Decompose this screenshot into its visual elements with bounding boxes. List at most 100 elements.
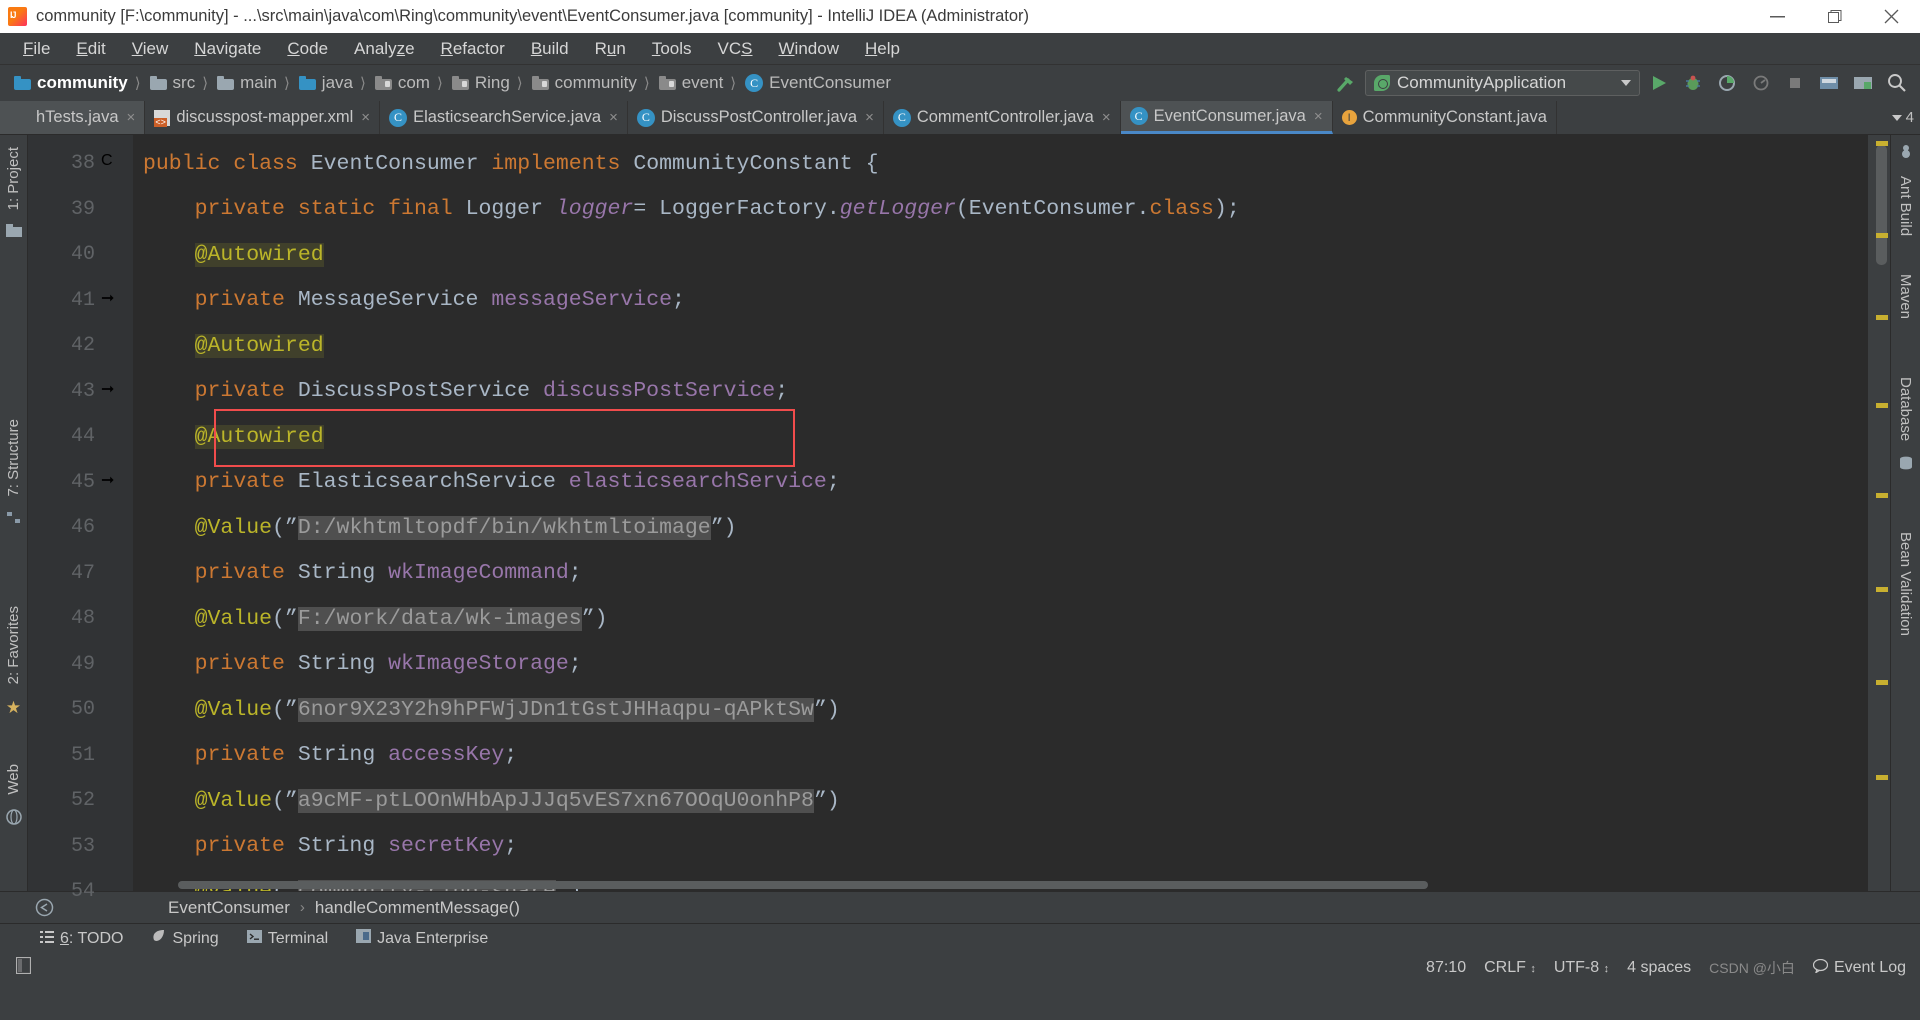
editor-tab-eventconsumer[interactable]: C EventConsumer.java × [1120,101,1333,134]
favorites-star-icon[interactable]: ★ [6,698,21,718]
indent-setting[interactable]: 4 spaces [1627,959,1691,977]
structure-icon[interactable] [6,511,22,530]
sidebar-item-web[interactable]: Web [5,764,22,795]
breadcrumb-item-java[interactable]: java [295,73,355,93]
breadcrumb-class[interactable]: EventConsumer [168,898,290,918]
breadcrumb-item-event[interactable]: event [655,73,726,93]
run-configuration-selector[interactable]: CommunityApplication [1365,70,1640,96]
code-line[interactable]: private ElasticsearchService elasticsear… [133,460,1868,506]
editor-tab-commentcontroller[interactable]: C CommentController.java × [883,101,1121,134]
code-line[interactable]: private String accessKey; [133,733,1868,779]
vertical-scrollbar-thumb[interactable] [1876,145,1887,265]
sidebar-item-maven[interactable]: Maven [1897,274,1914,319]
menu-view[interactable]: View [119,37,182,61]
sidebar-item-structure[interactable]: 7: Structure [5,419,22,497]
profiler-icon[interactable] [1746,68,1776,98]
editor-tab-discusspost-mapper-xml[interactable]: discusspost-mapper.xml × [145,101,381,134]
toolwindow-todo[interactable]: 6: TODO [40,930,123,948]
editor-tabs-overflow[interactable]: 4 [1886,101,1920,134]
menu-file[interactable]: File [10,37,63,61]
breadcrumb-item-ring[interactable]: Ring [448,73,512,93]
web-icon[interactable] [5,809,22,830]
editor-tab-communityconstant[interactable]: I CommunityConstant.java [1332,101,1557,134]
settings-gear-icon[interactable] [1848,68,1878,98]
toolwindow-java-enterprise[interactable]: Java Enterprise [356,929,488,948]
close-icon[interactable]: × [609,109,618,126]
code-line[interactable]: private String secretKey; [133,824,1868,870]
code-editor[interactable]: 38 C 39 40 41 ➞ 42 43 ➞ 44 45 ➞ 46 47 48… [28,135,1890,903]
breadcrumb-method[interactable]: handleCommentMessage() [315,898,520,918]
code-line[interactable]: private String wkImageCommand; [133,551,1868,597]
maximize-restore-icon[interactable] [1806,0,1863,33]
chevron-down-icon[interactable] [1621,80,1631,86]
sidebar-item-project[interactable]: 1: Project [5,147,22,210]
menu-build[interactable]: Build [518,37,582,61]
editor-code-lines[interactable]: public class EventConsumer implements Co… [133,135,1868,891]
breadcrumb-item-src[interactable]: src [146,73,198,93]
build-hammer-icon[interactable] [1331,68,1361,98]
debug-bug-icon[interactable] [1678,68,1708,98]
editor-tab-discusspostcontroller[interactable]: C DiscussPostController.java × [627,101,884,134]
menu-navigate[interactable]: Navigate [181,37,274,61]
breadcrumb-item-community[interactable]: community [10,73,130,93]
menu-code[interactable]: Code [274,37,341,61]
code-line[interactable]: @Autowired [133,414,1868,460]
toolwindow-spring[interactable]: Spring [151,929,219,948]
close-icon[interactable]: × [1314,108,1323,125]
run-coverage-icon[interactable] [1712,68,1742,98]
close-icon[interactable]: × [1102,109,1111,126]
breadcrumb-item-community-pkg[interactable]: community [528,73,639,93]
stop-icon[interactable] [1780,68,1810,98]
database-icon[interactable] [1898,455,1914,476]
code-line[interactable]: @Autowired [133,323,1868,369]
project-folder-icon[interactable] [5,224,22,243]
code-line[interactable]: public class EventConsumer implements Co… [133,141,1868,187]
breadcrumb-item-eventconsumer[interactable]: C EventConsumer [741,73,893,93]
menu-analyze[interactable]: Analyze [341,37,428,61]
toolwindow-terminal[interactable]: Terminal [246,929,328,948]
ant-icon[interactable] [1898,143,1914,164]
code-line[interactable]: private DiscussPostService discussPostSe… [133,369,1868,415]
editor-scrollbar-markers[interactable] [1868,135,1890,891]
code-line[interactable]: @Value (” F:/work/data/wk-images”) [133,596,1868,642]
breadcrumb-item-main[interactable]: main [213,73,279,93]
update-running-application-icon[interactable] [1814,68,1844,98]
code-line[interactable]: @Value (” a9cMF-ptLOOnWHbApJJJq5vES7xn67OO… [133,778,1868,824]
file-encoding[interactable]: UTF-8 ↕ [1554,959,1609,977]
menu-refactor[interactable]: Refactor [428,37,518,61]
editor-gutter[interactable]: 38 C 39 40 41 ➞ 42 43 ➞ 44 45 ➞ 46 47 48… [28,135,133,903]
close-icon[interactable] [1863,0,1920,33]
sidebar-item-bean-validation[interactable]: Bean Validation [1897,532,1914,636]
spring-bean-class-icon[interactable]: C [101,152,125,176]
menu-vcs[interactable]: VCS [705,37,766,61]
editor-tab-elasticsearchservice[interactable]: C ElasticsearchService.java × [380,101,628,134]
chevron-down-icon[interactable] [1891,114,1902,121]
menu-edit[interactable]: Edit [63,37,118,61]
code-line[interactable]: @Value (” D:/wkhtmltopdf/bin/wkhtmltoimage… [133,505,1868,551]
menu-help[interactable]: Help [852,37,913,61]
menu-run[interactable]: Run [582,37,639,61]
spring-autowired-icon[interactable]: ➞ [101,470,125,494]
code-line[interactable]: @Value (” 6nor9X23Y2h9hPFWjJDn1tGstJHHaqpu… [133,687,1868,733]
run-play-icon[interactable] [1644,68,1674,98]
menu-tools[interactable]: Tools [639,37,705,61]
code-line[interactable]: @Autowired [133,232,1868,278]
event-log-button[interactable]: Event Log [1812,958,1906,978]
search-everywhere-icon[interactable] [1882,68,1912,98]
editor-tab-htests[interactable]: hTests.java × [0,101,146,134]
sidebar-item-favorites[interactable]: 2: Favorites [5,606,22,684]
spring-autowired-icon[interactable]: ➞ [101,288,125,312]
horizontal-scrollbar[interactable] [178,881,1428,889]
close-icon[interactable]: × [361,109,370,126]
caret-position[interactable]: 87:10 [1426,959,1466,977]
code-line[interactable]: private String wkImageStorage; [133,642,1868,688]
spring-autowired-icon[interactable]: ➞ [101,379,125,403]
code-line[interactable]: private static final Logger logger = Logg… [133,187,1868,233]
menu-window[interactable]: Window [766,37,852,61]
close-icon[interactable]: × [865,109,874,126]
breadcrumb-item-com[interactable]: com [371,73,432,93]
toggle-sidebar-icon[interactable] [15,956,32,979]
close-icon[interactable]: × [127,109,136,126]
line-separator[interactable]: CRLF ↕ [1484,959,1536,977]
minimize-icon[interactable] [1749,0,1806,33]
